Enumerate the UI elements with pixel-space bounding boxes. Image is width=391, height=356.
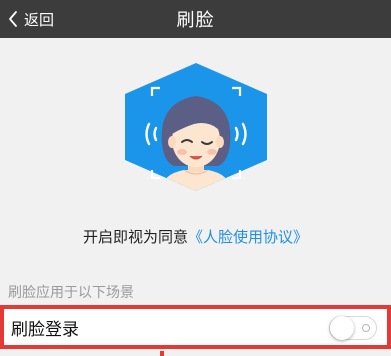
toggle-knob[interactable] (330, 316, 354, 340)
agreement-link[interactable]: 《人脸使用协议》 (188, 226, 308, 247)
agreement-text: 开启即视为同意 《人脸使用协议》 (0, 224, 391, 248)
face-scan-illustration (125, 63, 267, 191)
face-login-row[interactable]: 刷脸登录 (0, 305, 391, 349)
highlight-pointer (160, 351, 164, 356)
agreement-prefix: 开启即视为同意 (82, 227, 188, 246)
face-login-label: 刷脸登录 (11, 319, 79, 340)
section-label: 刷脸应用于以下场景 (8, 285, 134, 301)
top-bar: 返回 刷脸 (0, 0, 391, 38)
face-login-toggle[interactable] (329, 316, 377, 340)
page-title: 刷脸 (176, 10, 215, 31)
toggle-off-icon (362, 324, 370, 332)
